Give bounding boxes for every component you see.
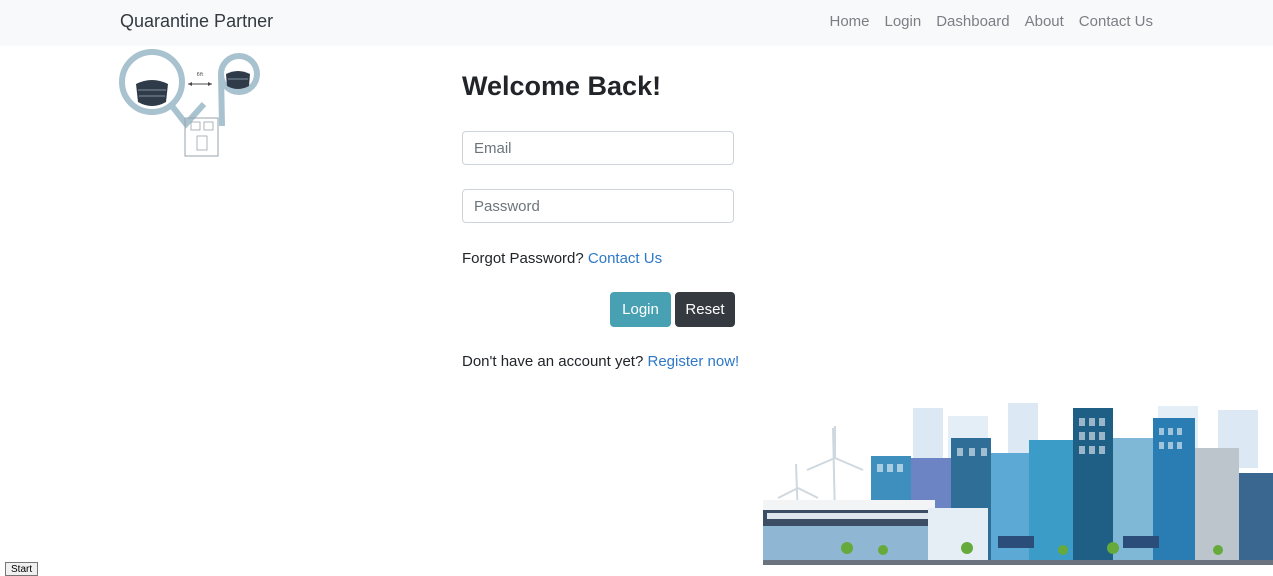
register-text: Don't have an account yet?	[462, 353, 644, 370]
login-button[interactable]: Login	[610, 292, 671, 327]
forgot-password-text: Forgot Password?	[462, 250, 584, 267]
brand-link[interactable]: Quarantine Partner	[120, 11, 273, 32]
nav-link-login[interactable]: Login	[885, 13, 922, 30]
nav-link-about[interactable]: About	[1025, 13, 1064, 30]
password-input[interactable]	[462, 189, 734, 223]
contact-us-link[interactable]: Contact Us	[588, 250, 662, 267]
register-link[interactable]: Register now!	[648, 353, 740, 370]
reset-button[interactable]: Reset	[675, 292, 735, 327]
nav-links: Home Login Dashboard About Contact Us	[829, 13, 1153, 30]
nav-link-contact[interactable]: Contact Us	[1079, 13, 1153, 30]
start-button[interactable]: Start	[5, 562, 39, 576]
register-line: Don't have an account yet? Register now!	[462, 353, 739, 370]
forgot-password-line: Forgot Password? Contact Us	[462, 250, 662, 267]
nav-link-home[interactable]: Home	[829, 13, 869, 30]
navbar: Quarantine Partner Home Login Dashboard …	[0, 0, 1273, 46]
city-illustration	[763, 403, 1273, 565]
page-title: Welcome Back!	[462, 71, 662, 101]
distance-label: 6ft	[197, 72, 204, 78]
logo-image: 6ft	[119, 49, 260, 157]
email-input[interactable]	[462, 131, 734, 165]
nav-link-dashboard[interactable]: Dashboard	[936, 13, 1009, 30]
